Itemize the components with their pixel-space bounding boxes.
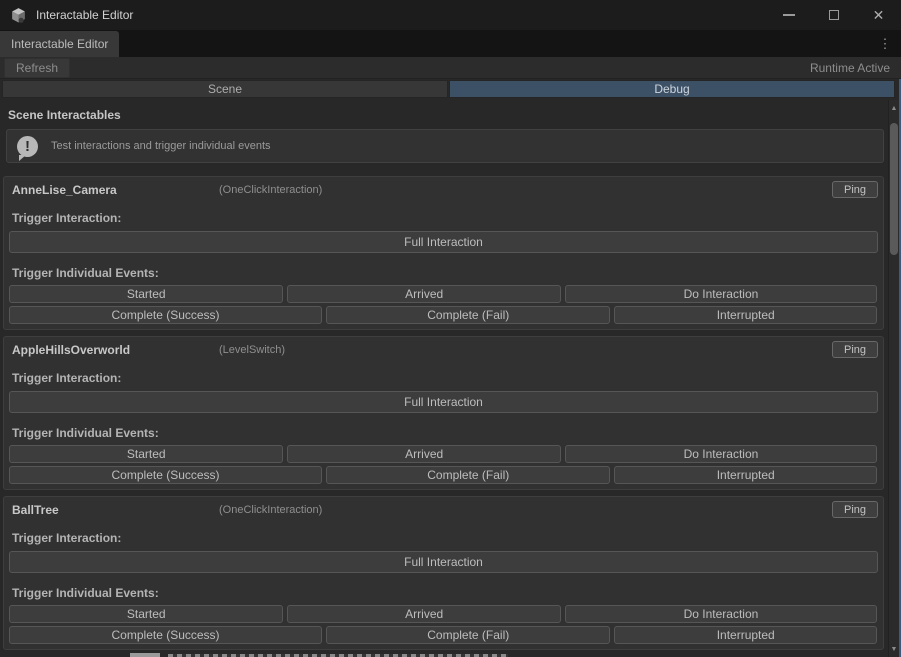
interrupted-button[interactable]: Interrupted [614,466,877,484]
section-name: AnneLise_Camera [12,183,117,197]
minimize-button[interactable] [766,0,811,30]
kebab-menu-icon[interactable]: ⋮ [876,30,894,57]
trigger-interaction-label: Trigger Interaction: [12,371,121,385]
partial-next-section [0,651,888,657]
arrived-button[interactable]: Arrived [287,605,560,623]
section-type: (OneClickInteraction) [219,184,322,196]
close-icon: ✕ [873,8,885,22]
section-type: (OneClickInteraction) [219,504,322,516]
started-button[interactable]: Started [9,605,283,623]
interrupted-button[interactable]: Interrupted [614,306,877,324]
info-text: Test interactions and trigger individual… [51,140,271,152]
complete-success-button[interactable]: Complete (Success) [9,466,322,484]
refresh-button[interactable]: Refresh [4,58,70,78]
tab-interactable-editor[interactable]: Interactable Editor [0,31,119,57]
event-button-row: Started Arrived Do Interaction [9,605,877,623]
scroll-down-arrow[interactable]: ▼ [889,643,899,655]
title-bar: Interactable Editor ✕ [0,0,901,30]
runtime-active-label: Runtime Active [810,61,890,75]
vertical-scrollbar[interactable]: ▲ ▼ [888,100,899,657]
interrupted-button[interactable]: Interrupted [614,626,877,644]
complete-fail-button[interactable]: Complete (Fail) [326,626,610,644]
interactable-section: AppleHillsOverworld (LevelSwitch) Ping T… [3,336,884,490]
full-interaction-button[interactable]: Full Interaction [9,551,878,573]
info-box: ! Test interactions and trigger individu… [6,129,884,163]
maximize-icon [829,10,839,20]
window-controls: ✕ [766,0,901,30]
minimize-icon [783,14,795,16]
maximize-button[interactable] [811,0,856,30]
complete-fail-button[interactable]: Complete (Fail) [326,466,610,484]
close-button[interactable]: ✕ [856,0,901,30]
section-name: BallTree [12,503,59,517]
tab-scene[interactable]: Scene [2,80,448,98]
do-interaction-button[interactable]: Do Interaction [565,445,877,463]
interactable-section: AnneLise_Camera (OneClickInteraction) Pi… [3,176,884,330]
complete-fail-button[interactable]: Complete (Fail) [326,306,610,324]
page-title: Scene Interactables [8,108,888,122]
scrollbar-thumb[interactable] [890,123,898,255]
interactable-section: BallTree (OneClickInteraction) Ping Trig… [3,496,884,650]
event-button-row: Started Arrived Do Interaction [9,285,877,303]
partial-element [130,653,160,657]
scroll-up-arrow[interactable]: ▲ [889,102,899,114]
trigger-events-label: Trigger Individual Events: [12,586,159,600]
full-interaction-button[interactable]: Full Interaction [9,231,878,253]
ping-button[interactable]: Ping [832,501,878,518]
ping-button[interactable]: Ping [832,181,878,198]
event-button-row: Started Arrived Do Interaction [9,445,877,463]
tab-debug[interactable]: Debug [449,80,895,98]
interactable-editor-window: Interactable Editor ✕ Interactable Edito… [0,0,901,657]
toolbar: Refresh Runtime Active [0,57,901,79]
do-interaction-button[interactable]: Do Interaction [565,285,877,303]
scroll-content: Scene Interactables ! Test interactions … [0,100,888,657]
arrived-button[interactable]: Arrived [287,285,560,303]
info-bubble-icon: ! [17,136,38,157]
editor-tab-strip: Interactable Editor ⋮ [0,30,901,57]
unity-cube-icon [10,7,27,24]
ping-button[interactable]: Ping [832,341,878,358]
view-tabs: Scene Debug [2,80,895,98]
complete-success-button[interactable]: Complete (Success) [9,626,322,644]
full-interaction-button[interactable]: Full Interaction [9,391,878,413]
trigger-interaction-label: Trigger Interaction: [12,211,121,225]
event-button-row: Complete (Success) Complete (Fail) Inter… [9,626,877,644]
section-name: AppleHillsOverworld [12,343,130,357]
do-interaction-button[interactable]: Do Interaction [565,605,877,623]
trigger-events-label: Trigger Individual Events: [12,266,159,280]
arrived-button[interactable]: Arrived [287,445,560,463]
trigger-events-label: Trigger Individual Events: [12,426,159,440]
sections-list: AnneLise_Camera (OneClickInteraction) Pi… [3,176,884,656]
event-button-row: Complete (Success) Complete (Fail) Inter… [9,306,877,324]
section-type: (LevelSwitch) [219,344,285,356]
started-button[interactable]: Started [9,445,283,463]
started-button[interactable]: Started [9,285,283,303]
complete-success-button[interactable]: Complete (Success) [9,306,322,324]
event-button-row: Complete (Success) Complete (Fail) Inter… [9,466,877,484]
trigger-interaction-label: Trigger Interaction: [12,531,121,545]
window-title: Interactable Editor [36,8,133,22]
